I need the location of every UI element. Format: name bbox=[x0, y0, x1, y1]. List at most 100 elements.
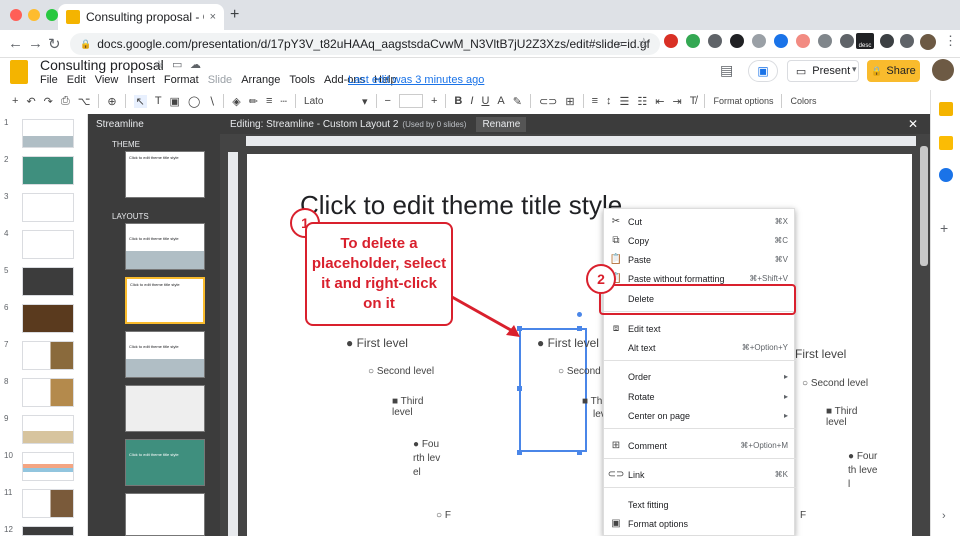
clear-format-icon[interactable]: T̸ bbox=[690, 95, 697, 107]
bold-icon[interactable]: B bbox=[454, 95, 462, 107]
comment-add-icon[interactable]: ⊞ bbox=[565, 95, 574, 108]
layout-thumbnail[interactable]: Click to edit theme title style bbox=[125, 223, 205, 270]
slide-thumbnail[interactable] bbox=[22, 526, 74, 536]
border-dash-icon[interactable]: ┄ bbox=[280, 95, 287, 108]
bullet-second-level[interactable]: ○ Second level bbox=[368, 366, 434, 377]
bullet-first-level[interactable]: First level bbox=[795, 347, 846, 361]
extension-icon[interactable] bbox=[730, 34, 744, 48]
bulleted-list-icon[interactable]: ☷ bbox=[637, 95, 647, 108]
star-doc-icon[interactable]: ☆ bbox=[154, 58, 164, 71]
profile-avatar[interactable] bbox=[920, 34, 936, 50]
add-addon-icon[interactable]: + bbox=[940, 220, 948, 236]
font-size-decrease-icon[interactable]: − bbox=[385, 95, 391, 107]
border-color-icon[interactable]: ✏ bbox=[249, 95, 258, 108]
slide-thumbnail[interactable] bbox=[22, 489, 74, 518]
new-tab-button[interactable]: + bbox=[230, 6, 239, 24]
bullet-fourth-level[interactable]: ● Fourth level bbox=[413, 438, 441, 480]
forward-button[interactable]: → bbox=[28, 35, 43, 52]
user-avatar[interactable] bbox=[932, 59, 954, 81]
present-dropdown-icon[interactable]: ▾ bbox=[852, 64, 857, 75]
bullet-third-level[interactable]: ■ Th bbox=[582, 396, 602, 407]
menu-item-comment[interactable]: ⊞ Comment ⌘+Option+M bbox=[604, 436, 796, 455]
calendar-icon[interactable] bbox=[939, 136, 953, 150]
format-options-button[interactable]: Format options bbox=[713, 96, 773, 106]
close-editor-icon[interactable]: ✕ bbox=[908, 117, 918, 131]
menu-item-copy[interactable]: ⧉ Copy ⌘C bbox=[604, 231, 796, 250]
tasks-icon[interactable] bbox=[939, 168, 953, 182]
search-icon[interactable]: ⌕ bbox=[616, 36, 623, 52]
collapse-panel-icon[interactable]: › bbox=[942, 510, 946, 522]
menu-item-link[interactable]: ⊂⊃ Link ⌘K bbox=[604, 465, 796, 484]
slide-thumbnail[interactable] bbox=[22, 378, 74, 407]
paint-format-icon[interactable]: ⌥ bbox=[78, 95, 91, 108]
layout-thumbnail-selected[interactable]: Click to edit theme title style bbox=[125, 277, 205, 324]
bullet-third-level[interactable]: ■ Third level bbox=[392, 396, 432, 418]
new-slide-icon[interactable]: + bbox=[12, 95, 18, 107]
fill-color-icon[interactable]: ◈ bbox=[232, 95, 240, 108]
close-window-icon[interactable] bbox=[10, 9, 22, 21]
back-button[interactable]: ← bbox=[8, 35, 23, 52]
tab-close-icon[interactable]: × bbox=[210, 11, 216, 23]
rotate-handle[interactable] bbox=[577, 312, 582, 317]
meet-button[interactable]: ▣ bbox=[748, 60, 778, 82]
share-button[interactable]: 🔒 Share bbox=[867, 60, 920, 82]
vertical-scrollbar[interactable] bbox=[920, 146, 928, 266]
increase-indent-icon[interactable]: ⇥ bbox=[673, 95, 682, 108]
bullet-first-level[interactable]: ● First level bbox=[537, 336, 599, 350]
menu-item-edit-text[interactable]: ⧈ Edit text bbox=[604, 319, 796, 338]
slide-thumbnail[interactable] bbox=[22, 304, 74, 333]
print-icon[interactable]: ⎙ bbox=[61, 95, 70, 108]
slide-thumbnail[interactable] bbox=[22, 156, 74, 185]
extension-icon[interactable] bbox=[752, 34, 766, 48]
move-folder-icon[interactable]: ▭ bbox=[172, 58, 182, 71]
numbered-list-icon[interactable]: ☰ bbox=[620, 95, 630, 108]
slide-thumbnail[interactable] bbox=[22, 341, 74, 370]
document-title[interactable]: Consulting proposal bbox=[40, 57, 164, 73]
font-select[interactable]: Lato bbox=[304, 96, 354, 107]
bullet-second-level[interactable]: ○ Second bbox=[558, 366, 601, 377]
extension-icon[interactable] bbox=[664, 34, 678, 48]
resize-handle[interactable] bbox=[517, 450, 522, 455]
link-icon[interactable]: ⊂⊃ bbox=[539, 95, 557, 108]
layout-thumbnail[interactable]: Click to edit theme title style bbox=[125, 331, 205, 378]
font-size-increase-icon[interactable]: + bbox=[431, 95, 437, 107]
rename-button[interactable]: Rename bbox=[476, 116, 527, 132]
highlight-icon[interactable]: ✎ bbox=[513, 95, 522, 108]
present-button[interactable]: ▭ Present bbox=[787, 60, 859, 82]
desc-extension-icon[interactable]: desc bbox=[856, 33, 874, 49]
resize-handle[interactable] bbox=[517, 386, 522, 391]
text-color-icon[interactable]: A bbox=[497, 95, 504, 107]
extension-icon[interactable] bbox=[708, 34, 722, 48]
font-dropdown-icon[interactable]: ▾ bbox=[362, 95, 368, 108]
minimize-window-icon[interactable] bbox=[28, 9, 40, 21]
browser-menu-icon[interactable]: ⋮ bbox=[944, 33, 957, 49]
maximize-window-icon[interactable] bbox=[46, 9, 58, 21]
select-cursor-icon[interactable]: ↖ bbox=[133, 94, 147, 108]
shape-icon[interactable]: ◯ bbox=[188, 95, 200, 108]
resize-handle[interactable] bbox=[577, 450, 582, 455]
line-icon[interactable]: ∖ bbox=[208, 95, 215, 108]
slide-thumbnail[interactable] bbox=[22, 230, 74, 259]
bullet-fourth-level[interactable]: ● Fourth level bbox=[848, 450, 878, 492]
bullet-third-level[interactable]: ■ Third level bbox=[826, 406, 866, 428]
menu-item-paste[interactable]: 📋 Paste ⌘V bbox=[604, 250, 796, 269]
menu-view[interactable]: View bbox=[95, 74, 119, 86]
menu-item-cut[interactable]: ✂ Cut ⌘X bbox=[604, 212, 796, 231]
underline-icon[interactable]: U bbox=[481, 95, 489, 107]
layout-thumbnail[interactable]: Click to edit theme title style bbox=[125, 439, 205, 486]
menu-item-alt-text[interactable]: Alt text ⌘+Option+Y bbox=[604, 338, 796, 357]
zoom-icon[interactable]: ⊕ bbox=[107, 95, 116, 108]
italic-icon[interactable]: I bbox=[470, 95, 473, 107]
menu-item-order[interactable]: Order ▸ bbox=[604, 367, 796, 386]
puzzle-extensions-icon[interactable] bbox=[900, 34, 914, 48]
slides-logo-icon[interactable] bbox=[10, 60, 28, 84]
line-spacing-icon[interactable]: ↕ bbox=[606, 95, 612, 107]
align-icon[interactable]: ≡ bbox=[592, 95, 598, 107]
url-field[interactable]: 🔒 docs.google.com/presentation/d/17pY3V_… bbox=[70, 33, 660, 55]
slide-thumbnail[interactable] bbox=[22, 267, 74, 296]
bullet-second-level[interactable]: ○ Second level bbox=[802, 378, 868, 389]
textbox-icon[interactable]: T bbox=[155, 95, 162, 107]
bookmark-star-icon[interactable]: ☆ bbox=[638, 35, 650, 51]
menu-tools[interactable]: Tools bbox=[289, 74, 315, 86]
extension-icon[interactable] bbox=[686, 34, 700, 48]
